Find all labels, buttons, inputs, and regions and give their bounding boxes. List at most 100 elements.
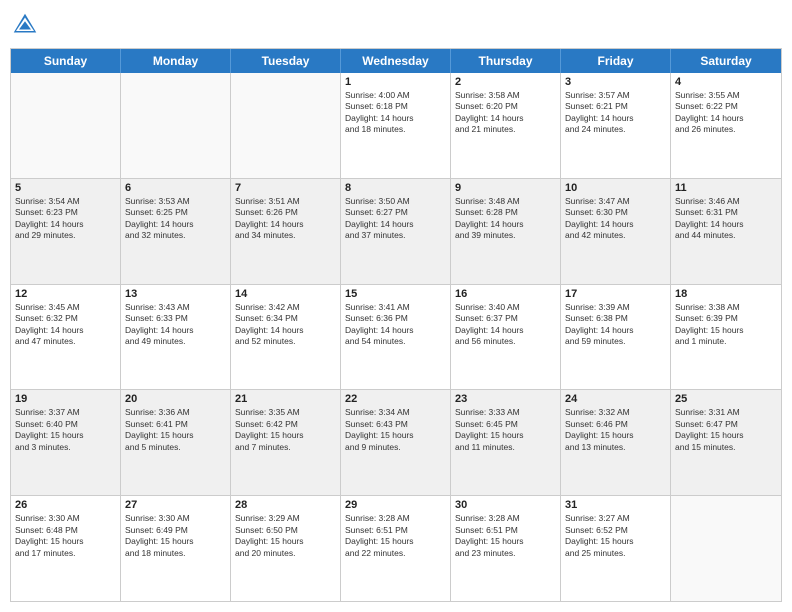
day-info: Sunrise: 3:39 AM Sunset: 6:38 PM Dayligh… [565,302,666,348]
week-row-3: 19 Sunrise: 3:37 AM Sunset: 6:40 PM Dayli… [11,389,781,495]
day-info: Sunrise: 3:27 AM Sunset: 6:52 PM Dayligh… [565,513,666,559]
day-cell-25: 25 Sunrise: 3:31 AM Sunset: 6:47 PM Dayli… [671,390,781,495]
day-info: Sunrise: 3:42 AM Sunset: 6:34 PM Dayligh… [235,302,336,348]
day-header-sunday: Sunday [11,49,121,73]
empty-cell [11,73,121,178]
day-cell-4: 4 Sunrise: 3:55 AM Sunset: 6:22 PM Daylig… [671,73,781,178]
day-number: 11 [675,182,777,194]
day-number: 20 [125,393,226,405]
day-cell-6: 6Sunrise: 3:53 AM Sunset: 6:25 PM Daylig… [121,179,231,284]
day-header-monday: Monday [121,49,231,73]
day-cell-23: 23 Sunrise: 3:33 AM Sunset: 6:45 PM Dayli… [451,390,561,495]
day-number: 1 [345,76,446,88]
empty-cell [671,496,781,601]
day-cell-14: 14 Sunrise: 3:42 AM Sunset: 6:34 PM Dayli… [231,285,341,390]
day-info: Sunrise: 3:30 AM Sunset: 6:49 PM Dayligh… [125,513,226,559]
day-cell-13: 13 Sunrise: 3:43 AM Sunset: 6:33 PM Dayli… [121,285,231,390]
day-cell-10: 10 Sunrise: 3:47 AM Sunset: 6:30 PM Dayli… [561,179,671,284]
day-cell-20: 20 Sunrise: 3:36 AM Sunset: 6:41 PM Dayli… [121,390,231,495]
day-number: 12 [15,288,116,300]
week-row-4: 26 Sunrise: 3:30 AM Sunset: 6:48 PM Dayli… [11,495,781,601]
day-number: 23 [455,393,556,405]
day-info: Sunrise: 3:50 AM Sunset: 6:27 PM Dayligh… [345,196,446,242]
day-number: 19 [15,393,116,405]
day-info: Sunrise: 3:41 AM Sunset: 6:36 PM Dayligh… [345,302,446,348]
day-cell-28: 28 Sunrise: 3:29 AM Sunset: 6:50 PM Dayli… [231,496,341,601]
day-info: Sunrise: 3:33 AM Sunset: 6:45 PM Dayligh… [455,407,556,453]
day-number: 25 [675,393,777,405]
day-number: 15 [345,288,446,300]
day-cell-5: 5 Sunrise: 3:54 AM Sunset: 6:23 PM Daylig… [11,179,121,284]
day-info: Sunrise: 3:43 AM Sunset: 6:33 PM Dayligh… [125,302,226,348]
logo [10,10,44,40]
header [10,10,782,40]
day-number: 28 [235,499,336,511]
week-row-0: 1 Sunrise: 4:00 AM Sunset: 6:18 PM Daylig… [11,73,781,178]
day-info: Sunrise: 3:47 AM Sunset: 6:30 PM Dayligh… [565,196,666,242]
day-info: Sunrise: 3:55 AM Sunset: 6:22 PM Dayligh… [675,90,777,136]
day-header-friday: Friday [561,49,671,73]
day-number: 6 [125,182,226,194]
day-cell-12: 12 Sunrise: 3:45 AM Sunset: 6:32 PM Dayli… [11,285,121,390]
day-cell-17: 17 Sunrise: 3:39 AM Sunset: 6:38 PM Dayli… [561,285,671,390]
calendar-body: 1 Sunrise: 4:00 AM Sunset: 6:18 PM Daylig… [11,73,781,601]
day-number: 14 [235,288,336,300]
day-cell-11: 11 Sunrise: 3:46 AM Sunset: 6:31 PM Dayli… [671,179,781,284]
day-number: 8 [345,182,446,194]
day-info: Sunrise: 3:48 AM Sunset: 6:28 PM Dayligh… [455,196,556,242]
day-number: 13 [125,288,226,300]
day-number: 27 [125,499,226,511]
day-cell-26: 26 Sunrise: 3:30 AM Sunset: 6:48 PM Dayli… [11,496,121,601]
day-cell-29: 29Sunrise: 3:28 AM Sunset: 6:51 PM Dayli… [341,496,451,601]
day-number: 30 [455,499,556,511]
day-info: Sunrise: 3:45 AM Sunset: 6:32 PM Dayligh… [15,302,116,348]
day-number: 22 [345,393,446,405]
day-number: 18 [675,288,777,300]
day-cell-3: 3 Sunrise: 3:57 AM Sunset: 6:21 PM Daylig… [561,73,671,178]
day-info: Sunrise: 3:57 AM Sunset: 6:21 PM Dayligh… [565,90,666,136]
day-info: Sunrise: 3:36 AM Sunset: 6:41 PM Dayligh… [125,407,226,453]
day-cell-2: 2 Sunrise: 3:58 AM Sunset: 6:20 PM Daylig… [451,73,561,178]
day-info: Sunrise: 3:46 AM Sunset: 6:31 PM Dayligh… [675,196,777,242]
day-number: 17 [565,288,666,300]
day-cell-30: 30Sunrise: 3:28 AM Sunset: 6:51 PM Dayli… [451,496,561,601]
day-number: 3 [565,76,666,88]
day-info: Sunrise: 3:31 AM Sunset: 6:47 PM Dayligh… [675,407,777,453]
day-cell-24: 24Sunrise: 3:32 AM Sunset: 6:46 PM Dayli… [561,390,671,495]
day-info: Sunrise: 3:40 AM Sunset: 6:37 PM Dayligh… [455,302,556,348]
week-row-2: 12 Sunrise: 3:45 AM Sunset: 6:32 PM Dayli… [11,284,781,390]
day-cell-27: 27 Sunrise: 3:30 AM Sunset: 6:49 PM Dayli… [121,496,231,601]
empty-cell [121,73,231,178]
week-row-1: 5 Sunrise: 3:54 AM Sunset: 6:23 PM Daylig… [11,178,781,284]
calendar-header: SundayMondayTuesdayWednesdayThursdayFrid… [11,49,781,73]
day-info: Sunrise: 3:54 AM Sunset: 6:23 PM Dayligh… [15,196,116,242]
day-cell-19: 19 Sunrise: 3:37 AM Sunset: 6:40 PM Dayli… [11,390,121,495]
day-info: Sunrise: 3:51 AM Sunset: 6:26 PM Dayligh… [235,196,336,242]
day-number: 10 [565,182,666,194]
day-cell-1: 1 Sunrise: 4:00 AM Sunset: 6:18 PM Daylig… [341,73,451,178]
page: SundayMondayTuesdayWednesdayThursdayFrid… [0,0,792,612]
day-cell-9: 9 Sunrise: 3:48 AM Sunset: 6:28 PM Daylig… [451,179,561,284]
day-info: Sunrise: 4:00 AM Sunset: 6:18 PM Dayligh… [345,90,446,136]
day-header-saturday: Saturday [671,49,781,73]
day-header-wednesday: Wednesday [341,49,451,73]
day-number: 9 [455,182,556,194]
day-number: 31 [565,499,666,511]
day-number: 2 [455,76,556,88]
day-header-thursday: Thursday [451,49,561,73]
day-cell-8: 8 Sunrise: 3:50 AM Sunset: 6:27 PM Daylig… [341,179,451,284]
day-number: 4 [675,76,777,88]
day-info: Sunrise: 3:30 AM Sunset: 6:48 PM Dayligh… [15,513,116,559]
day-cell-7: 7 Sunrise: 3:51 AM Sunset: 6:26 PM Daylig… [231,179,341,284]
day-info: Sunrise: 3:58 AM Sunset: 6:20 PM Dayligh… [455,90,556,136]
day-cell-31: 31 Sunrise: 3:27 AM Sunset: 6:52 PM Dayli… [561,496,671,601]
day-cell-21: 21Sunrise: 3:35 AM Sunset: 6:42 PM Dayli… [231,390,341,495]
day-number: 26 [15,499,116,511]
day-number: 5 [15,182,116,194]
logo-icon [10,10,40,40]
day-info: Sunrise: 3:29 AM Sunset: 6:50 PM Dayligh… [235,513,336,559]
day-number: 7 [235,182,336,194]
day-cell-15: 15 Sunrise: 3:41 AM Sunset: 6:36 PM Dayli… [341,285,451,390]
day-cell-16: 16Sunrise: 3:40 AM Sunset: 6:37 PM Dayli… [451,285,561,390]
day-info: Sunrise: 3:37 AM Sunset: 6:40 PM Dayligh… [15,407,116,453]
